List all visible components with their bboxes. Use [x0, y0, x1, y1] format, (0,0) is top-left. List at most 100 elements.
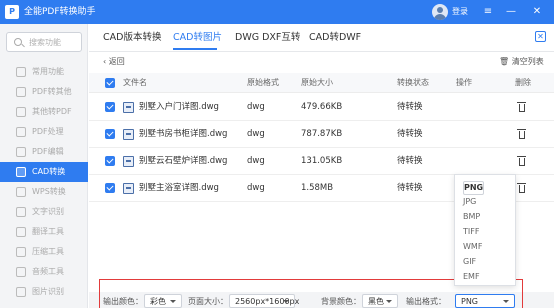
sidebar-item-cad-convert[interactable]: CAD转换	[0, 162, 88, 182]
file-format: dwg	[247, 102, 265, 112]
login-link[interactable]: 登录	[452, 6, 468, 18]
tab-cad-to-image[interactable]: CAD转图片	[173, 30, 222, 46]
main-panel: CAD版本转换 CAD转图片 DWG DXF互转 CAD转DWF ✕ ‹ 返回 …	[89, 24, 554, 308]
chevron-down-icon	[283, 300, 289, 303]
file-name: 别墅主浴室详图.dwg	[139, 183, 219, 193]
document-icon	[16, 87, 26, 97]
close-window-icon[interactable]: ✕	[530, 4, 544, 20]
sidebar-item-compress[interactable]: 压缩工具	[0, 242, 88, 262]
format-option-tiff[interactable]: TIFF	[463, 226, 479, 238]
sidebar-item-image[interactable]: 图片识别	[0, 282, 88, 302]
row-checkbox[interactable]	[105, 102, 115, 112]
page-size-select[interactable]: 2560px*1600px	[229, 294, 299, 308]
sidebar-item-pdf-edit[interactable]: PDF编辑	[0, 142, 88, 162]
header-action: 操作	[456, 78, 472, 87]
table-row[interactable]: 别墅书房书柜详图.dwg dwg 787.87KB 待转换	[89, 121, 554, 148]
tab-cad-version[interactable]: CAD版本转换	[103, 30, 161, 46]
menu-icon[interactable]: ≡	[481, 4, 495, 20]
header-delete: 删除	[515, 78, 531, 87]
avatar[interactable]	[432, 4, 448, 20]
output-format-label: 输出格式：	[406, 297, 446, 306]
format-option-emf[interactable]: EMF	[463, 271, 480, 283]
sidebar-item-ocr[interactable]: 文字识别	[0, 202, 88, 222]
output-color-value: 彩色	[150, 297, 166, 306]
bg-color-label: 背景颜色：	[321, 297, 361, 306]
format-option-gif[interactable]: GIF	[463, 256, 476, 268]
table-row[interactable]: 别墅云石壁炉详图.dwg dwg 131.05KB 待转换	[89, 148, 554, 175]
delete-icon[interactable]	[517, 128, 526, 139]
chevron-down-icon	[170, 300, 176, 303]
file-name: 别墅云石壁炉详图.dwg	[139, 156, 228, 166]
sidebar-item-pdf-process[interactable]: PDF处理	[0, 122, 88, 142]
translate-icon	[16, 227, 26, 237]
header-size: 原始大小	[301, 78, 333, 87]
app-logo-icon: P	[5, 5, 19, 19]
sidebar: 搜索功能 常用功能 PDF转其他 其他转PDF PDF处理 PDF编辑 CAD转…	[0, 24, 88, 308]
file-status: 待转换	[397, 102, 423, 112]
trash-icon: 🗑	[499, 57, 510, 66]
tab-divider	[89, 51, 554, 52]
output-format-select[interactable]: PNG	[455, 294, 515, 308]
format-option-bmp[interactable]: BMP	[463, 211, 480, 223]
output-color-select[interactable]: 彩色	[144, 294, 182, 308]
file-format: dwg	[247, 156, 265, 166]
wps-icon	[16, 187, 26, 197]
search-placeholder: 搜索功能	[29, 38, 61, 47]
title-bar: P 全能PDF转换助手 登录 ≡ — ✕	[0, 0, 554, 24]
minimize-icon[interactable]: —	[504, 4, 518, 20]
file-status: 待转换	[397, 156, 423, 166]
active-tab-indicator	[173, 48, 217, 50]
file-name: 别墅书房书柜详图.dwg	[139, 129, 228, 139]
clear-list-button[interactable]: 🗑 清空列表	[499, 56, 544, 68]
sidebar-item-audio[interactable]: 音频工具	[0, 262, 88, 282]
file-status: 待转换	[397, 183, 423, 193]
text-icon	[16, 207, 26, 217]
delete-icon[interactable]	[517, 182, 526, 193]
cad-icon	[16, 167, 26, 177]
page-size-label: 页面大小：	[188, 297, 228, 306]
back-button[interactable]: ‹ 返回	[103, 56, 125, 68]
file-icon	[123, 129, 134, 140]
file-size: 1.58MB	[301, 183, 334, 193]
tab-cad-to-dwf[interactable]: CAD转DWF	[309, 30, 361, 46]
star-icon	[16, 67, 26, 77]
sidebar-item-pdf-to-other[interactable]: PDF转其他	[0, 82, 88, 102]
row-checkbox[interactable]	[105, 156, 115, 166]
image-icon	[16, 287, 26, 297]
sidebar-item-common[interactable]: 常用功能	[0, 62, 88, 82]
select-all-checkbox[interactable]	[105, 78, 115, 88]
app-title: 全能PDF转换助手	[24, 7, 96, 17]
sidebar-item-wps-convert[interactable]: WPS转换	[0, 182, 88, 202]
file-icon	[123, 183, 134, 194]
chevron-down-icon	[503, 300, 509, 303]
file-format: dwg	[247, 183, 265, 193]
file-size: 787.87KB	[301, 129, 343, 139]
sidebar-item-translate[interactable]: 翻译工具	[0, 222, 88, 242]
row-checkbox[interactable]	[105, 183, 115, 193]
search-icon	[14, 38, 22, 46]
back-label: 返回	[108, 57, 125, 66]
table-row[interactable]: 别墅入户门详图.dwg dwg 479.66KB 待转换	[89, 94, 554, 121]
format-option-png[interactable]: PNG	[463, 181, 485, 195]
tab-dwg-dxf[interactable]: DWG DXF互转	[235, 30, 300, 46]
page-size-value: 2560px*1600px	[235, 297, 300, 306]
table-header: 文件名 原始格式 原始大小 转换状态 操作 删除	[89, 73, 554, 93]
file-format: dwg	[247, 129, 265, 139]
app-window: P 全能PDF转换助手 登录 ≡ — ✕ 搜索功能 常用功能 PDF转其他 其他…	[0, 0, 554, 308]
compress-icon	[16, 247, 26, 257]
output-format-value: PNG	[461, 297, 479, 306]
format-option-wmf[interactable]: WMF	[463, 241, 482, 253]
delete-icon[interactable]	[517, 101, 526, 112]
header-status: 转换状态	[397, 78, 429, 87]
sidebar-item-other-to-pdf[interactable]: 其他转PDF	[0, 102, 88, 122]
audio-icon	[16, 267, 26, 277]
row-checkbox[interactable]	[105, 129, 115, 139]
clear-list-label: 清空列表	[511, 57, 544, 66]
search-input[interactable]: 搜索功能	[6, 32, 82, 52]
output-color-label: 输出颜色：	[103, 297, 143, 306]
bg-color-select[interactable]: 黑色	[362, 294, 398, 308]
delete-icon[interactable]	[517, 155, 526, 166]
format-option-jpg[interactable]: JPG	[463, 196, 476, 208]
file-icon	[123, 102, 134, 113]
close-panel-icon[interactable]: ✕	[535, 31, 546, 42]
